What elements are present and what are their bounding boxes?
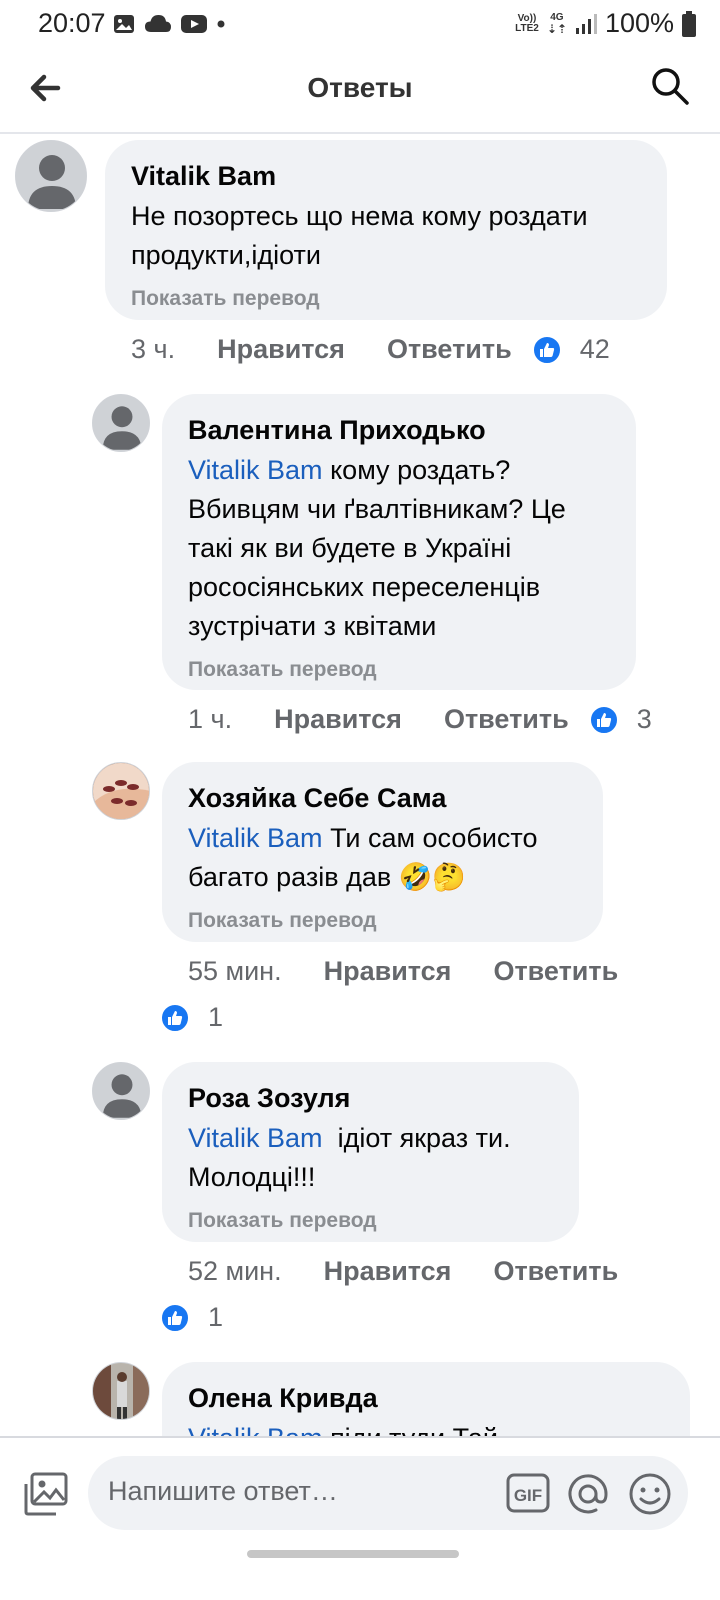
image-icon	[114, 15, 134, 33]
like-button[interactable]: Нравится	[274, 704, 402, 735]
gesture-nav-bar[interactable]	[247, 1550, 459, 1558]
search-button[interactable]	[650, 66, 690, 106]
comment-actions: 52 мин. Нравится Ответить	[188, 1256, 618, 1287]
default-avatar-icon	[93, 1063, 149, 1119]
reply-input[interactable]: Напишите ответ… GIF	[88, 1456, 688, 1530]
mention-link[interactable]: Vitalik Bam	[188, 823, 323, 853]
comment-author[interactable]: Vitalik Bam	[131, 158, 641, 194]
mention-link[interactable]: Vitalik Bam	[188, 455, 323, 485]
reply-button[interactable]: Ответить	[493, 956, 618, 987]
mention-link[interactable]: Vitalik Bam	[188, 1423, 323, 1436]
show-translation-link[interactable]: Показать перевод	[131, 285, 641, 313]
youtube-icon	[181, 15, 207, 33]
default-avatar-icon	[93, 395, 149, 451]
comment-actions: 55 мин. Нравится Ответить	[188, 956, 618, 987]
comment-actions: 3 ч. Нравится Ответить 42	[131, 334, 610, 365]
default-avatar-icon	[16, 141, 86, 211]
page-title: Ответы	[307, 72, 413, 103]
like-count: 1	[208, 1302, 224, 1332]
gif-button[interactable]: GIF	[506, 1473, 550, 1513]
comment-body: піди туди Тай	[323, 1423, 498, 1436]
avatar[interactable]	[92, 394, 150, 452]
like-button[interactable]: Нравится	[324, 1256, 452, 1287]
comment-author[interactable]: Валентина Приходько	[188, 412, 610, 448]
comment-text: Vitalik Bam ідіот якраз ти. Молодці!!!	[188, 1119, 553, 1197]
reply-input-placeholder: Напишите ответ…	[108, 1476, 338, 1506]
signal-icon	[575, 13, 597, 34]
battery-icon	[682, 10, 696, 37]
emoji-icon	[629, 1473, 671, 1515]
show-translation-link[interactable]: Показать перевод	[188, 907, 577, 935]
search-icon	[652, 68, 689, 105]
like-button[interactable]: Нравится	[324, 956, 452, 987]
comment-bubble[interactable]: Vitalik Bam Не позортесь що нема кому ро…	[105, 140, 667, 320]
comment-actions: 1 ч. Нравится Ответить 3	[188, 704, 652, 735]
like-count[interactable]: 3	[637, 704, 652, 735]
emoji-button[interactable]	[628, 1472, 672, 1516]
reply-button[interactable]: Ответить	[493, 1256, 618, 1287]
gif-label: GIF	[514, 1486, 542, 1505]
app-header: Ответы	[0, 50, 720, 134]
reaction-row[interactable]: 1	[160, 1302, 223, 1333]
comment-bubble[interactable]: Хозяйка Себе Сама Vitalik Bam Ти сам осо…	[162, 762, 603, 942]
like-reaction-icon[interactable]	[588, 704, 619, 735]
comment-bubble[interactable]: Роза Зозуля Vitalik Bam ідіот якраз ти. …	[162, 1062, 579, 1242]
cloud-icon	[145, 15, 171, 32]
photo-button[interactable]	[22, 1470, 70, 1518]
show-translation-link[interactable]: Показать перевод	[188, 656, 610, 684]
comment-author[interactable]: Хозяйка Себе Сама	[188, 780, 577, 816]
dot-icon	[217, 20, 225, 28]
battery-percent: 100%	[604, 8, 674, 38]
status-time: 20:07	[38, 8, 106, 38]
clipped-comment-area: Олена Кривда Vitalik Bam піди туди Тай	[0, 1360, 720, 1436]
comment-text: Vitalik Bam піди туди Тай	[188, 1419, 664, 1436]
avatar[interactable]	[92, 762, 150, 820]
avatar[interactable]	[92, 1062, 150, 1120]
mention-button[interactable]	[566, 1472, 610, 1516]
reply-button[interactable]: Ответить	[444, 704, 569, 735]
comment-author[interactable]: Роза Зозуля	[188, 1080, 553, 1116]
network-indicator: 4G ⇣⇡	[546, 11, 567, 36]
volte-label: Vo))	[517, 12, 537, 24]
comment-time: 3 ч.	[131, 334, 176, 364]
notification-icons	[112, 12, 226, 36]
photo-icon	[24, 1472, 68, 1516]
lte-label: LTE2	[515, 22, 539, 34]
reply-button[interactable]: Ответить	[387, 334, 512, 365]
gif-icon: GIF	[506, 1473, 550, 1513]
volte-indicator: Vo)) LTE2	[515, 12, 539, 34]
status-bar: 20:07 Vo)) LTE2 4G ⇣⇡ 100%	[0, 0, 720, 50]
photo-avatar-hands	[93, 763, 149, 819]
show-translation-link[interactable]: Показать перевод	[188, 1207, 553, 1235]
like-reaction-icon	[160, 1302, 190, 1333]
mention-link[interactable]: Vitalik Bam	[188, 1123, 323, 1153]
status-right: Vo)) LTE2 4G ⇣⇡ 100%	[515, 8, 696, 39]
comment-text: Vitalik Bam Ти сам особисто багато разів…	[188, 819, 577, 897]
reply-composer: Напишите ответ… GIF	[0, 1436, 720, 1600]
comment-bubble[interactable]: Валентина Приходько Vitalik Bam кому роз…	[162, 394, 636, 690]
comment-time: 55 мин.	[188, 956, 282, 986]
comment-bubble[interactable]: Олена Кривда Vitalik Bam піди туди Тай	[162, 1362, 690, 1436]
like-reaction-icon	[160, 1002, 190, 1033]
like-reaction-icon[interactable]	[531, 334, 562, 365]
comment-text: Не позортесь що нема кому роздати продук…	[131, 201, 588, 270]
reaction-row[interactable]: 1	[160, 1002, 223, 1033]
comment-author[interactable]: Олена Кривда	[188, 1380, 664, 1416]
like-count[interactable]: 42	[580, 334, 610, 365]
like-button[interactable]: Нравится	[217, 334, 345, 365]
like-count: 1	[208, 1002, 224, 1032]
avatar[interactable]	[15, 140, 87, 212]
comment-time: 52 мин.	[188, 1256, 282, 1286]
comment-time: 1 ч.	[188, 704, 233, 734]
at-icon	[568, 1474, 608, 1514]
network-label: 4G	[550, 11, 564, 23]
comment-text: Vitalik Bam кому роздать? Вбивцям чи ґва…	[188, 451, 610, 646]
